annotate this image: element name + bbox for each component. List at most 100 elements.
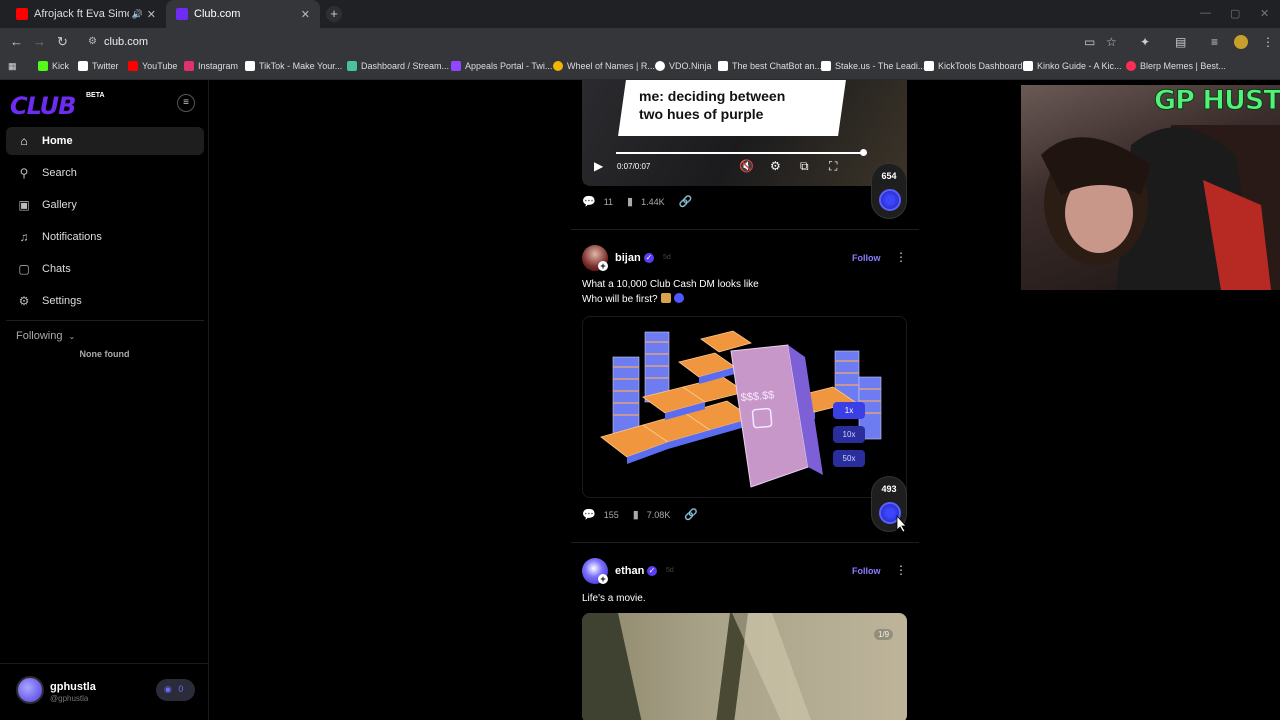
avatar[interactable]: [16, 676, 44, 704]
browser-tab-club[interactable]: Club.com ✕: [166, 0, 320, 28]
site-info-icon[interactable]: ⚙: [88, 36, 97, 47]
more-options-icon[interactable]: ⋮: [895, 563, 907, 577]
close-tab-icon[interactable]: ✕: [301, 8, 310, 21]
bookmark-label: YouTube: [142, 61, 178, 71]
post-stats: 💬 11 ▮ 1.44K 🔗: [582, 195, 700, 208]
sidebar-item-gallery[interactable]: ▣ Gallery: [6, 191, 204, 219]
bookmark-dashboard[interactable]: Dashboard / Stream...: [347, 61, 449, 71]
post-image[interactable]: 1/9: [582, 613, 907, 720]
new-tab-button[interactable]: +: [326, 6, 342, 22]
mute-icon[interactable]: 🔇: [739, 159, 754, 173]
tab-title: Club.com: [194, 8, 241, 20]
gallery-icon: ▣: [18, 198, 30, 212]
bookmark-youtube[interactable]: YouTube: [128, 61, 177, 71]
following-empty-text: None found: [79, 349, 130, 359]
bookmark-label: Stake.us - The Leadi...: [835, 61, 926, 71]
balance-badge[interactable]: ◉ 0: [156, 679, 195, 701]
sidebar-item-home[interactable]: ⌂ Home: [6, 127, 204, 155]
plus-icon[interactable]: +: [598, 574, 608, 584]
kebab-menu-icon[interactable]: ⋮: [1262, 35, 1274, 49]
close-window-icon[interactable]: ✕: [1260, 7, 1269, 20]
back-icon[interactable]: ←: [10, 34, 23, 49]
video-progress-bar[interactable]: [616, 152, 863, 154]
comment-icon[interactable]: 💬: [582, 508, 596, 521]
sidebar-item-label: Search: [42, 167, 77, 179]
bookmark-label: The best ChatBot an...: [732, 61, 823, 71]
profile-avatar[interactable]: [1234, 35, 1248, 49]
bookmark-appeals[interactable]: Appeals Portal - Twi...: [451, 61, 552, 71]
club-logo[interactable]: CLUB: [10, 92, 76, 120]
image-photo: [582, 613, 811, 720]
play-icon[interactable]: ▶: [594, 159, 603, 173]
url-field[interactable]: ⚙ club.com: [80, 31, 1090, 53]
avatar[interactable]: +: [582, 558, 608, 584]
close-tab-icon[interactable]: ✕: [147, 8, 156, 21]
post-author[interactable]: bijan: [615, 252, 641, 264]
forward-icon[interactable]: →: [33, 34, 46, 49]
bookmark-label: Kinko Guide - A Kic...: [1037, 61, 1122, 71]
following-toggle[interactable]: Following ⌄: [16, 330, 75, 342]
speaker-icon[interactable]: 🔊: [132, 9, 143, 20]
sidebar-item-settings[interactable]: ⚙ Settings: [6, 287, 204, 315]
post-image-gold-bars[interactable]: $$$.$$ 1x 10x 50x: [582, 316, 907, 498]
link-icon[interactable]: 🔗: [684, 508, 698, 521]
vote-widget[interactable]: 654: [871, 163, 907, 219]
bookmark-chatbot[interactable]: The best ChatBot an...: [718, 61, 822, 71]
bookmark-label: Instagram: [198, 61, 239, 71]
apps-grid-icon[interactable]: ▦: [8, 61, 17, 72]
more-options-icon[interactable]: ⋮: [895, 250, 907, 264]
cast-icon[interactable]: ▭: [1084, 35, 1095, 49]
multiplier-chip[interactable]: 1x: [833, 402, 865, 419]
webcam-title: GP HUSTLA: [1154, 85, 1280, 117]
minimize-icon[interactable]: —: [1200, 7, 1211, 19]
post-author[interactable]: ethan: [615, 565, 644, 577]
bookmark-blerp[interactable]: Blerp Memes | Best...: [1126, 61, 1226, 71]
views-icon: ▮: [632, 509, 639, 521]
kicktools-icon: [924, 61, 934, 71]
sidebar-item-label: Gallery: [42, 199, 77, 211]
follow-button[interactable]: Follow: [852, 253, 881, 263]
settings-gear-icon[interactable]: ⚙: [770, 159, 781, 173]
link-icon[interactable]: 🔗: [679, 195, 693, 208]
sidebar-item-search[interactable]: ⚲ Search: [6, 159, 204, 187]
bookmark-kicktools[interactable]: KickTools Dashboard: [924, 61, 1023, 71]
user-name: gphustla: [50, 681, 96, 693]
bookmark-star-icon[interactable]: ☆: [1106, 35, 1117, 49]
post-text-line: What a 10,000 Club Cash DM looks like: [582, 279, 759, 290]
bookmark-kick[interactable]: Kick: [38, 61, 69, 71]
multiplier-chip[interactable]: 10x: [833, 426, 865, 443]
bookmark-instagram[interactable]: Instagram: [184, 61, 238, 71]
media-icon[interactable]: ≡: [1211, 35, 1218, 49]
sidepanel-icon[interactable]: ▤: [1175, 35, 1186, 49]
avatar[interactable]: +: [582, 245, 608, 271]
menu-toggle-button[interactable]: ≡: [177, 94, 195, 112]
browser-tab-youtube[interactable]: Afrojack ft Eva Simons - Tak 🔊 ✕: [6, 0, 166, 28]
blerp-icon: [1126, 61, 1136, 71]
bookmark-twitter[interactable]: Twitter: [78, 61, 119, 71]
follow-button[interactable]: Follow: [852, 566, 881, 576]
pip-icon[interactable]: ⧉: [800, 159, 809, 174]
streamlabs-icon: [347, 61, 357, 71]
bookmark-kinko[interactable]: Kinko Guide - A Kic...: [1023, 61, 1122, 71]
maximize-icon[interactable]: ▢: [1230, 7, 1240, 20]
user-profile-box[interactable]: gphustla @gphustla ◉ 0: [0, 663, 209, 720]
bookmark-tiktok[interactable]: TikTok - Make Your...: [245, 61, 342, 71]
multiplier-chip[interactable]: 50x: [833, 450, 865, 467]
fullscreen-icon[interactable]: ⛶: [829, 159, 837, 174]
comment-icon[interactable]: 💬: [582, 195, 596, 208]
bookmarks-bar: ▦ Kick Twitter YouTube Instagram TikTok …: [0, 56, 1280, 80]
sidebar-item-notifications[interactable]: ♫ Notifications: [6, 223, 204, 251]
bookmark-vdoninja[interactable]: VDO.Ninja: [655, 61, 712, 71]
plus-icon[interactable]: +: [598, 261, 608, 271]
bookmark-wheel[interactable]: Wheel of Names | R...: [553, 61, 655, 71]
twitch-icon: [451, 61, 461, 71]
sidebar-item-chats[interactable]: ▢ Chats: [6, 255, 204, 283]
extensions-icon[interactable]: ✦: [1140, 35, 1150, 49]
reload-icon[interactable]: ↻: [57, 34, 68, 50]
post-text-line: Who will be first?: [582, 294, 658, 305]
bookmark-stake[interactable]: Stake.us - The Leadi...: [821, 61, 925, 71]
video-player[interactable]: me: deciding between two hues of purple …: [582, 80, 907, 186]
club-coin-icon[interactable]: [879, 189, 901, 211]
video-scrubber-handle[interactable]: [860, 149, 867, 156]
tiktok-icon: [245, 61, 255, 71]
